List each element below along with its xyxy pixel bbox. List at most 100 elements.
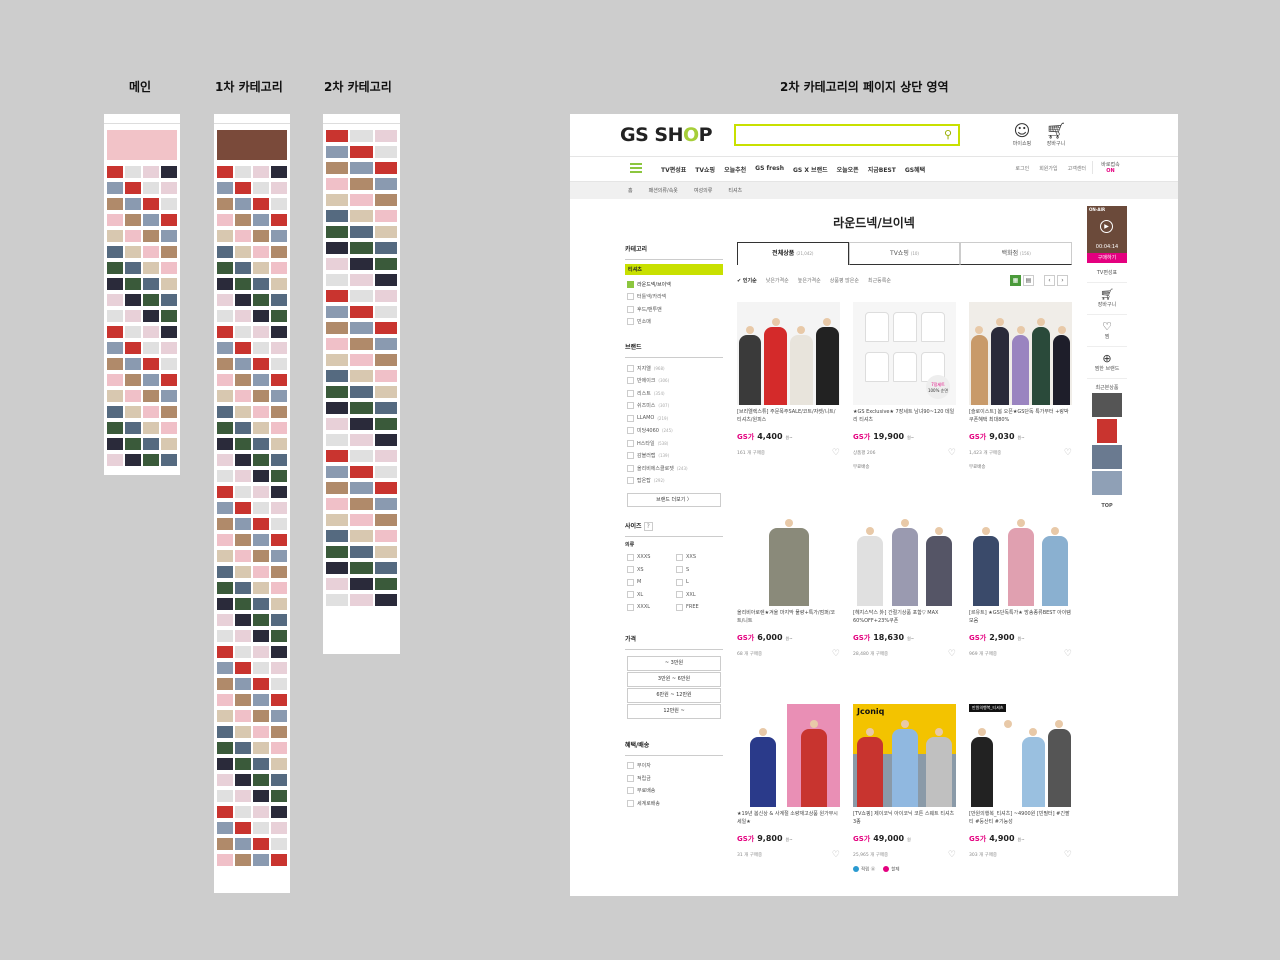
sort-option[interactable]: 낮은가격순: [766, 277, 789, 284]
size-option[interactable]: L: [674, 576, 723, 589]
checkbox-icon[interactable]: [627, 566, 634, 574]
cart-button[interactable]: 🛒︎ 장바구니: [1038, 122, 1074, 148]
product-name[interactable]: ★GS Exclusive★ 7장세트 남녀90~120 데일리 티셔츠: [853, 408, 956, 425]
brand-more-button[interactable]: 브랜드 더보기 〉: [627, 493, 721, 507]
size-option[interactable]: XL: [625, 589, 674, 602]
next-page-icon[interactable]: ›: [1057, 275, 1068, 286]
onair-player[interactable]: ON-AIR ▶ 00:04:14: [1087, 206, 1127, 253]
product-name[interactable]: [TV쇼핑] 제이코닉 아이코닉 코튼 스웨트 티셔츠 3종: [853, 810, 956, 827]
tv-schedule-link[interactable]: TV편성표: [1087, 263, 1127, 283]
mypage-button[interactable]: ☺ 마이쇼핑: [1004, 122, 1040, 148]
nav-item[interactable]: TV편성표: [661, 165, 686, 174]
product-image[interactable]: 만원의행복_티셔츠: [969, 704, 1072, 807]
tab-1[interactable]: TV쇼핑 (10): [848, 242, 961, 265]
size-option[interactable]: S: [674, 564, 723, 577]
brand-option[interactable]: 반에이크 (306): [625, 375, 723, 388]
product-image[interactable]: [853, 503, 956, 606]
checkbox-icon[interactable]: [627, 603, 634, 611]
rail-cart[interactable]: 🛒︎ 장바구니: [1087, 283, 1127, 315]
benefit-option[interactable]: 무이자: [625, 760, 723, 773]
login-link[interactable]: 로그인: [1015, 165, 1029, 172]
checkbox-icon[interactable]: [627, 389, 634, 397]
search-input[interactable]: ⚲: [734, 124, 960, 146]
checkbox-icon[interactable]: [627, 293, 634, 301]
search-icon[interactable]: ⚲: [944, 128, 952, 141]
product-card[interactable]: [헤지스닥스 外] 간절기상품 포함▽ MAX 60%OFF+23%쿠폰 GS가 1…: [853, 503, 956, 704]
recent-item-thumb[interactable]: [1092, 471, 1122, 495]
price-range-button[interactable]: 3만원 ~ 6만원: [627, 671, 721, 687]
checkbox-icon[interactable]: [627, 774, 634, 782]
category-option[interactable]: 민소매: [625, 316, 723, 329]
checkbox-icon[interactable]: [627, 464, 634, 472]
brand-option[interactable]: H스타일 (538): [625, 437, 723, 450]
nav-item[interactable]: GS X 브랜드: [793, 165, 828, 174]
category-selected[interactable]: 티셔츠: [625, 264, 723, 275]
sort-option[interactable]: 상품평 많은순: [830, 277, 859, 284]
checkbox-icon[interactable]: [627, 452, 634, 460]
product-card[interactable]: [르유트] ★GS단독특가★ 방송종류BEST 아이템 모음 GS가 2,900 원~…: [969, 503, 1072, 704]
heart-icon[interactable]: ♡: [948, 850, 956, 860]
checkbox-icon[interactable]: [676, 603, 683, 611]
price-range-button[interactable]: 12만원 ~: [627, 703, 721, 719]
product-name[interactable]: [헤지스닥스 外] 간절기상품 포함▽ MAX 60%OFF+23%쿠폰: [853, 609, 956, 626]
product-name[interactable]: [브리엘렉스튜] 주문폭주SALE/코트/자켓/니트/티셔츠/원피스: [737, 408, 840, 425]
heart-icon[interactable]: ♡: [832, 649, 840, 659]
product-image[interactable]: [737, 704, 840, 807]
nav-item[interactable]: TV쇼핑: [695, 165, 715, 174]
product-name[interactable]: 올리비아로렌★겨울 마지막 물량+특가/점퍼/코트/니트: [737, 609, 840, 626]
size-option[interactable]: XXL: [674, 589, 723, 602]
nav-item[interactable]: 지금BEST: [868, 165, 896, 174]
checkbox-icon[interactable]: [627, 364, 634, 372]
recent-item-thumb[interactable]: [1097, 419, 1117, 443]
product-card[interactable]: ★19년 봄신상 & 사계절 소량재고상품 원가무시세일★ GS가 9,800 원~ 3…: [737, 704, 840, 896]
rail-wish[interactable]: ♡ 찜: [1087, 315, 1127, 347]
checkbox-icon[interactable]: [627, 477, 634, 485]
tab-2[interactable]: 백화점 (156): [960, 242, 1073, 265]
product-image[interactable]: [969, 302, 1072, 405]
recent-item-thumb[interactable]: [1092, 393, 1122, 417]
recent-item-thumb[interactable]: [1092, 445, 1122, 469]
checkbox-icon[interactable]: [627, 305, 634, 313]
brand-option[interactable]: 탑온탑 (292): [625, 475, 723, 488]
heart-icon[interactable]: ♡: [832, 850, 840, 860]
checkbox-icon[interactable]: [627, 377, 634, 385]
nav-item[interactable]: GS fresh: [755, 165, 784, 174]
benefit-option[interactable]: 무료배송: [625, 785, 723, 798]
brand-option[interactable]: 미당4060 (245): [625, 425, 723, 438]
product-image[interactable]: 7장세트 100% 순면: [853, 302, 956, 405]
product-card[interactable]: 올리비아로렌★겨울 마지막 물량+특가/점퍼/코트/니트 GS가 6,000 원~ 68…: [737, 503, 840, 704]
checkbox-icon[interactable]: [627, 414, 634, 422]
tab-0[interactable]: 전체상품 (21,042): [737, 242, 849, 265]
list-view-icon[interactable]: ▤: [1023, 275, 1034, 286]
sort-option[interactable]: 높은가격순: [798, 277, 821, 284]
prev-page-icon[interactable]: ‹: [1044, 275, 1055, 286]
breadcrumb-item[interactable]: 패션의류/속옷: [649, 187, 678, 194]
checkbox-icon[interactable]: [627, 427, 634, 435]
product-card[interactable]: Jconiq [TV쇼핑] 제이코닉 아이코닉 코튼 스웨트 티셔츠 3종 GS가 4…: [853, 704, 956, 896]
checkbox-icon[interactable]: [627, 799, 634, 807]
product-name[interactable]: [만원의행복_티셔츠] ~4900원 [빈필터] #긴팔티 #둥산티 #기능성: [969, 810, 1072, 827]
checkbox-icon[interactable]: [627, 591, 634, 599]
service-link[interactable]: 고객센터: [1068, 165, 1086, 172]
nav-item[interactable]: 오늘오픈: [837, 165, 859, 174]
product-card[interactable]: 만원의행복_티셔츠 [만원의행복_티셔츠] ~4900원 [빈필터] #긴팔티 #…: [969, 704, 1072, 896]
product-image[interactable]: [737, 302, 840, 405]
product-image[interactable]: [737, 503, 840, 606]
checkbox-icon[interactable]: [676, 553, 683, 561]
size-option[interactable]: XS: [625, 564, 674, 577]
product-name[interactable]: ★19년 봄신상 & 사계절 소량재고상품 원가무시세일★: [737, 810, 840, 827]
grid-view-icon[interactable]: ▦: [1010, 275, 1021, 286]
checkbox-icon[interactable]: [627, 439, 634, 447]
join-link[interactable]: 회원가입: [1039, 165, 1057, 172]
benefit-option[interactable]: 적립금: [625, 772, 723, 785]
category-option[interactable]: 라운드넥/브이넥: [625, 278, 723, 291]
brand-option[interactable]: 올리비에스클로젯 (243): [625, 462, 723, 475]
sort-option[interactable]: ✔ 인기순: [737, 277, 757, 284]
size-option[interactable]: XXXL: [625, 601, 674, 614]
brand-option[interactable]: 쉬즈미스 (307): [625, 400, 723, 413]
brand-option[interactable]: LLAMO (219): [625, 412, 723, 425]
price-range-button[interactable]: 6만원 ~ 12만원: [627, 687, 721, 703]
product-image[interactable]: [969, 503, 1072, 606]
product-name[interactable]: [르유트] ★GS단독특가★ 방송종류BEST 아이템 모음: [969, 609, 1072, 626]
gs-shop-logo[interactable]: GS SHOP: [620, 124, 713, 146]
